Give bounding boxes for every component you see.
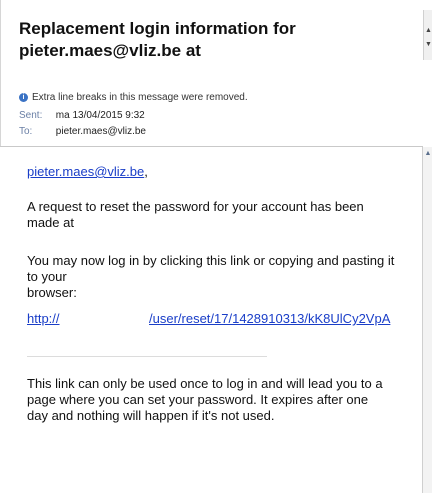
body-scrollbar[interactable]: ▲	[422, 147, 432, 493]
greeting-line: pieter.maes@vliz.be,	[27, 164, 148, 180]
info-text: Extra line breaks in this message were r…	[32, 92, 248, 103]
paragraph-line: A request to reset the password for your…	[27, 199, 364, 214]
paragraph-line: page where you can set your password. It…	[27, 392, 369, 407]
header-scrollbar[interactable]: ▲ ▼	[423, 10, 432, 60]
paragraph-line: This link can only be used once to log i…	[27, 376, 383, 391]
paragraph-expiry: This link can only be used once to log i…	[27, 376, 407, 424]
sent-label: Sent:	[19, 110, 43, 121]
paragraph-line: browser:	[27, 285, 77, 300]
paragraph-request: A request to reset the password for your…	[27, 199, 397, 231]
greeting-email-link[interactable]: pieter.maes@vliz.be	[27, 164, 144, 179]
reset-link-path[interactable]: /user/reset/17/1428910313/kK8UlCy2VpA	[149, 311, 390, 327]
greeting-suffix: ,	[144, 164, 148, 179]
message-header: Replacement login information for pieter…	[0, 0, 422, 150]
info-icon: i	[19, 93, 28, 102]
paragraph-line: day and nothing will happen if it's not …	[27, 408, 275, 423]
message-subject: Replacement login information for pieter…	[19, 19, 296, 60]
to-value[interactable]: pieter.maes@vliz.be	[56, 126, 146, 137]
info-bar[interactable]: i Extra line breaks in this message were…	[19, 92, 248, 103]
scroll-down-icon[interactable]: ▼	[424, 40, 432, 49]
paragraph-line: to your	[27, 269, 67, 284]
scroll-up-icon[interactable]: ▲	[423, 149, 432, 159]
sent-row: Sent: ma 13/04/2015 9:32	[19, 110, 145, 121]
paragraph-line: You may now log in by clicking this link…	[27, 253, 395, 268]
paragraph-instructions: You may now log in by clicking this link…	[27, 253, 412, 301]
reset-link-prefix[interactable]: http://	[27, 311, 60, 327]
to-label: To:	[19, 126, 33, 137]
divider-line	[27, 356, 267, 357]
to-row: To: pieter.maes@vliz.be	[19, 126, 146, 137]
scroll-up-icon[interactable]: ▲	[424, 26, 432, 35]
sent-value: ma 13/04/2015 9:32	[55, 110, 145, 121]
paragraph-line: made at	[27, 215, 74, 230]
